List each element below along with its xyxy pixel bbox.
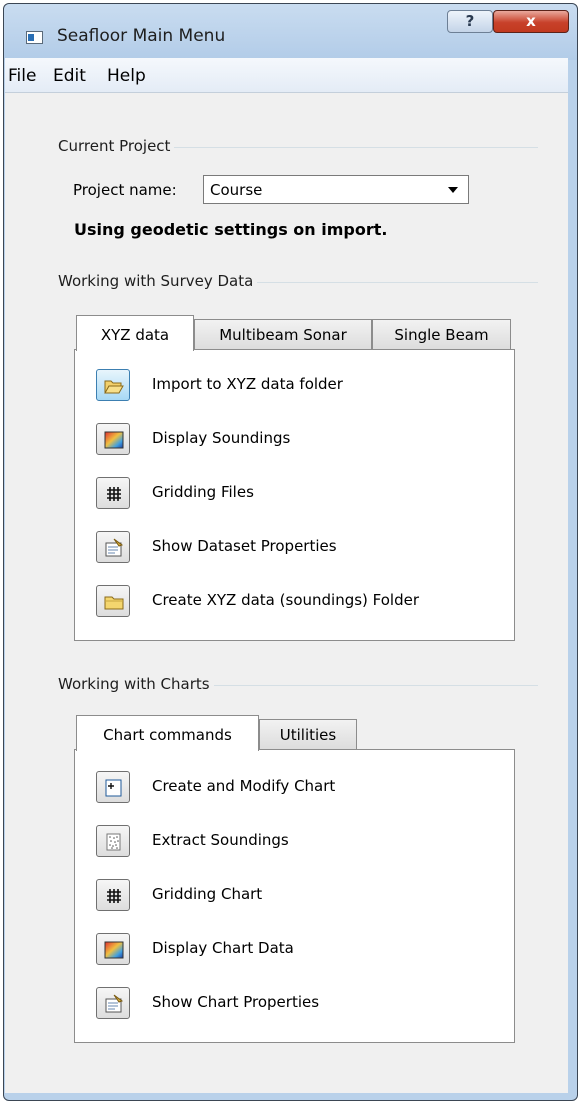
project-name-label: Project name:: [73, 181, 177, 199]
show-dataset-properties-button[interactable]: [96, 531, 130, 563]
create-xyz-folder-button[interactable]: [96, 585, 130, 617]
geodetic-settings-note: Using geodetic settings on import.: [74, 220, 388, 239]
menu-help[interactable]: Help: [107, 66, 146, 86]
properties-icon: [105, 994, 124, 1013]
extract-soundings-button[interactable]: [96, 825, 130, 857]
import-xyz-button[interactable]: [96, 369, 130, 401]
color-gradient-icon: [104, 941, 124, 959]
grid-icon: [107, 889, 121, 903]
chevron-down-icon[interactable]: [448, 187, 458, 193]
menu-file[interactable]: File: [8, 66, 36, 86]
show-dataset-properties-label: Show Dataset Properties: [152, 537, 337, 555]
show-chart-properties-button[interactable]: [96, 987, 130, 1019]
menu-bar: File Edit Help: [5, 58, 568, 93]
extract-soundings-label: Extract Soundings: [152, 831, 289, 849]
title-bar[interactable]: Seafloor Main Menu ? x: [4, 4, 577, 60]
display-chart-data-label: Display Chart Data: [152, 939, 294, 957]
tab-xyz-data-label: XYZ data: [100, 326, 170, 344]
show-chart-properties-label: Show Chart Properties: [152, 993, 320, 1011]
project-name-value: Course: [210, 181, 263, 199]
display-soundings-button[interactable]: [96, 423, 130, 455]
menu-edit[interactable]: Edit: [53, 66, 86, 86]
tab-chart-commands[interactable]: Chart commands: [76, 715, 259, 751]
display-soundings-label: Display Soundings: [152, 429, 291, 447]
new-chart-icon: [105, 779, 122, 797]
color-gradient-icon: [104, 431, 124, 449]
tab-utilities[interactable]: Utilities: [259, 719, 357, 750]
gridding-files-label: Gridding Files: [152, 483, 254, 501]
project-name-dropdown[interactable]: Course: [203, 175, 469, 204]
create-modify-chart-button[interactable]: [96, 771, 130, 803]
open-folder-icon: [104, 380, 124, 394]
survey-data-group-title: Working with Survey Data: [58, 272, 258, 290]
current-project-group-title: Current Project: [58, 137, 175, 155]
tab-chart-commands-label: Chart commands: [103, 726, 232, 744]
charts-group-title: Working with Charts: [58, 675, 214, 693]
tab-xyz-data[interactable]: XYZ data: [76, 315, 194, 351]
gridding-chart-button[interactable]: [96, 879, 130, 911]
soundings-icon: [106, 833, 121, 851]
tab-single-beam[interactable]: Single Beam: [372, 319, 511, 350]
folder-icon: [104, 596, 124, 610]
close-button[interactable]: x: [493, 10, 569, 33]
window-title: Seafloor Main Menu: [57, 26, 226, 46]
import-xyz-label: Import to XYZ data folder: [152, 375, 343, 393]
properties-icon: [105, 538, 124, 557]
survey-commands-panel: Import to XYZ data folder Display Soundi…: [74, 349, 515, 641]
create-modify-chart-label: Create and Modify Chart: [152, 777, 336, 795]
grid-icon: [107, 487, 121, 501]
app-icon: [26, 31, 43, 44]
tab-utilities-label: Utilities: [279, 726, 337, 744]
gridding-files-button[interactable]: [96, 477, 130, 509]
tab-multibeam-sonar-label: Multibeam Sonar: [219, 326, 347, 344]
help-button[interactable]: ?: [447, 10, 493, 33]
tab-single-beam-label: Single Beam: [394, 326, 489, 344]
chart-commands-panel: Create and Modify Chart Extract Sounding…: [74, 749, 515, 1043]
tab-multibeam-sonar[interactable]: Multibeam Sonar: [194, 319, 372, 350]
display-chart-data-button[interactable]: [96, 933, 130, 965]
create-xyz-folder-label: Create XYZ data (soundings) Folder: [152, 591, 420, 609]
gridding-chart-label: Gridding Chart: [152, 885, 263, 903]
